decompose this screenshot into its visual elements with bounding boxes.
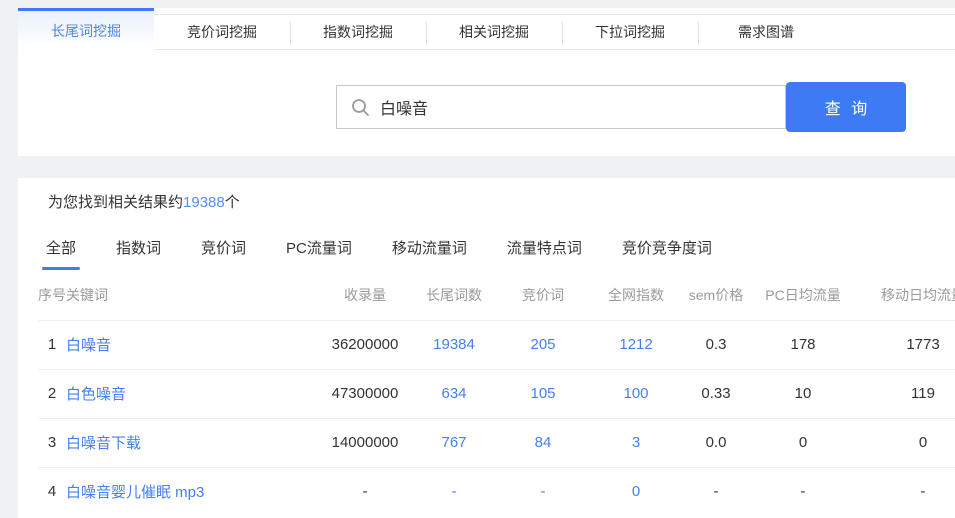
top-tabs-filler: [834, 14, 955, 50]
metric-cell: 10: [748, 369, 858, 418]
results-prefix: 为您找到相关结果约: [48, 194, 183, 211]
results-card: 为您找到相关结果约19388个 全部指数词竞价词PC流量词移动流量词流量特点词竞…: [18, 178, 955, 518]
row-index: 3: [38, 418, 66, 467]
column-header: 关键词: [66, 270, 320, 320]
metric-cell: 178: [748, 320, 858, 369]
keyword-link[interactable]: 白噪音婴儿催眠 mp3: [66, 467, 320, 516]
filter-tab-4[interactable]: PC流量词: [286, 237, 352, 270]
keyword-link[interactable]: 白噪音下载: [66, 418, 320, 467]
search-box[interactable]: [336, 85, 786, 129]
column-header: 移动日均流量: [858, 270, 955, 320]
filter-tab-6[interactable]: 流量特点词: [507, 237, 582, 270]
metric-cell: -: [858, 467, 955, 516]
keyword-link[interactable]: 白色噪音: [66, 369, 320, 418]
top-tab-4[interactable]: 相关词挖掘: [426, 14, 562, 50]
metric-cell[interactable]: 767: [410, 418, 498, 467]
row-index: 2: [38, 369, 66, 418]
search-icon: [351, 98, 370, 117]
metric-cell[interactable]: 84: [498, 418, 588, 467]
metric-cell[interactable]: 3: [588, 418, 684, 467]
column-header: 序号: [38, 270, 66, 320]
metric-cell: -: [684, 467, 748, 516]
row-index: 4: [38, 467, 66, 516]
metric-cell: 0.33: [684, 369, 748, 418]
keyword-table: 序号关键词收录量长尾词数竞价词全网指数sem价格PC日均流量移动日均流量 1白噪…: [38, 270, 955, 516]
top-tab-3[interactable]: 指数词挖掘: [290, 14, 426, 50]
metric-cell[interactable]: 634: [410, 369, 498, 418]
metric-cell: 0.3: [684, 320, 748, 369]
metric-cell[interactable]: 1212: [588, 320, 684, 369]
filter-tab-7[interactable]: 竞价竞争度词: [622, 237, 712, 270]
results-summary: 为您找到相关结果约19388个: [48, 192, 955, 213]
metric-cell: 1773: [858, 320, 955, 369]
metric-cell: 36200000: [320, 320, 410, 369]
column-header: 收录量: [320, 270, 410, 320]
metric-cell[interactable]: 105: [498, 369, 588, 418]
column-header: 长尾词数: [410, 270, 498, 320]
metric-cell: 0: [858, 418, 955, 467]
search-card: 长尾词挖掘竞价词挖掘指数词挖掘相关词挖掘下拉词挖掘需求图谱 查 询: [18, 8, 955, 156]
table-header: 序号关键词收录量长尾词数竞价词全网指数sem价格PC日均流量移动日均流量: [38, 270, 955, 320]
metric-cell: 47300000: [320, 369, 410, 418]
top-tabs: 长尾词挖掘竞价词挖掘指数词挖掘相关词挖掘下拉词挖掘需求图谱: [18, 8, 955, 50]
table-row: 4白噪音婴儿催眠 mp3---0---: [38, 467, 955, 516]
top-tab-2[interactable]: 竞价词挖掘: [154, 14, 290, 50]
metric-cell[interactable]: 205: [498, 320, 588, 369]
metric-cell: 14000000: [320, 418, 410, 467]
metric-cell: -: [320, 467, 410, 516]
metric-cell: -: [748, 467, 858, 516]
filter-tab-5[interactable]: 移动流量词: [392, 237, 467, 270]
metric-cell: 0: [748, 418, 858, 467]
table-body: 1白噪音362000001938420512120.317817732白色噪音4…: [38, 320, 955, 516]
metric-cell: 0.0: [684, 418, 748, 467]
metric-cell[interactable]: -: [498, 467, 588, 516]
filter-tab-3[interactable]: 竞价词: [201, 237, 246, 270]
keyword-link[interactable]: 白噪音: [66, 320, 320, 369]
filter-tab-1[interactable]: 全部: [46, 237, 76, 270]
metric-cell[interactable]: 0: [588, 467, 684, 516]
filter-tabs: 全部 指数词 竞价词 PC流量词 移动流量词 流量特点词 竞价竞争度词: [46, 237, 955, 270]
results-suffix: 个: [225, 194, 240, 211]
top-tab-6[interactable]: 需求图谱: [698, 14, 834, 50]
metric-cell[interactable]: -: [410, 467, 498, 516]
metric-cell[interactable]: 19384: [410, 320, 498, 369]
row-index: 1: [38, 320, 66, 369]
search-button[interactable]: 查 询: [786, 82, 906, 132]
column-header: sem价格: [684, 270, 748, 320]
metric-cell[interactable]: 100: [588, 369, 684, 418]
search-input[interactable]: [370, 86, 785, 128]
column-header: 全网指数: [588, 270, 684, 320]
filter-tab-2[interactable]: 指数词: [116, 237, 161, 270]
column-header: PC日均流量: [748, 270, 858, 320]
metric-cell: 119: [858, 369, 955, 418]
top-tab-5[interactable]: 下拉词挖掘: [562, 14, 698, 50]
table-row: 3白噪音下载140000007678430.000: [38, 418, 955, 467]
results-count: 19388: [183, 194, 225, 211]
table-row: 2白色噪音473000006341051000.3310119: [38, 369, 955, 418]
search-row: 查 询: [18, 50, 955, 132]
table-row: 1白噪音362000001938420512120.31781773: [38, 320, 955, 369]
top-tab-1[interactable]: 长尾词挖掘: [18, 8, 154, 50]
column-header: 竞价词: [498, 270, 588, 320]
